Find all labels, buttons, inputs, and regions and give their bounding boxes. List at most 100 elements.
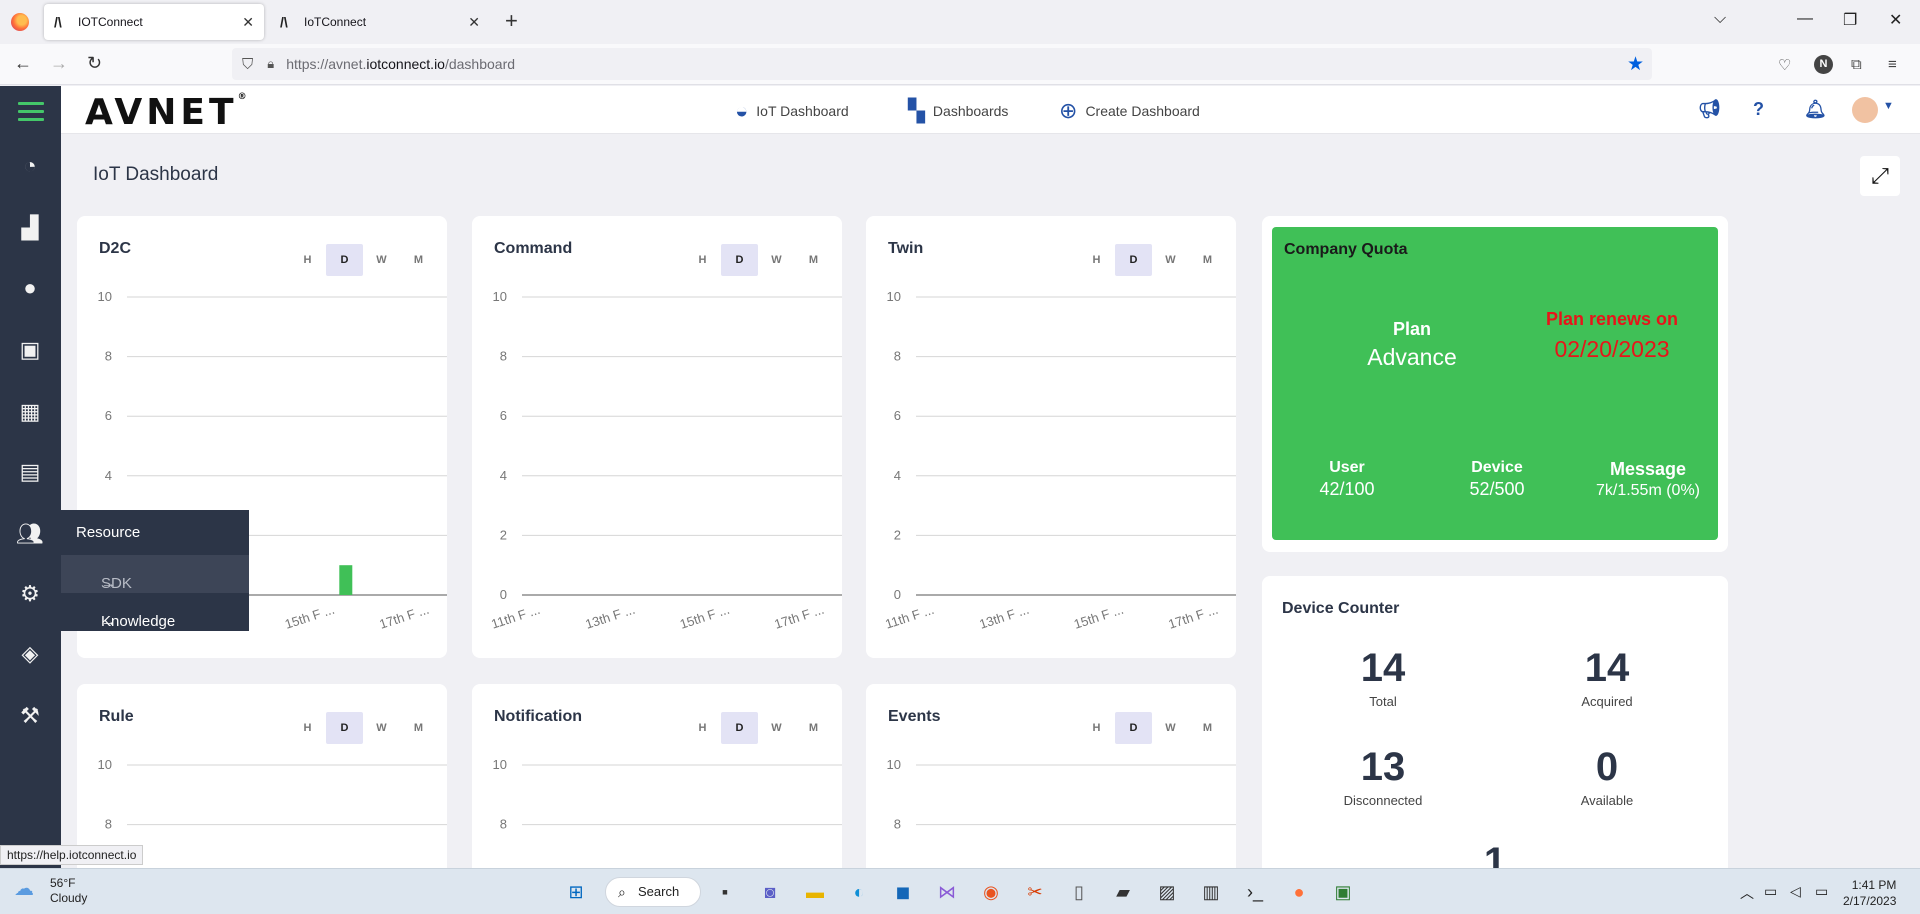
avnet-logo[interactable]: AVNET® xyxy=(85,92,251,133)
range-button-h[interactable]: H xyxy=(289,244,326,276)
range-button-h[interactable]: H xyxy=(684,244,721,276)
calendar-icon[interactable]: ▦ xyxy=(14,396,46,428)
browser-tab[interactable]: /\ IoTConnect ✕ xyxy=(270,4,490,40)
back-icon[interactable]: ← xyxy=(14,53,32,74)
nav-create-dashboard[interactable]: ⊕ Create Dashboard xyxy=(1059,98,1200,124)
settings-icon[interactable]: ⚙ xyxy=(14,578,46,610)
range-button-m[interactable]: M xyxy=(1189,244,1226,276)
range-button-m[interactable]: M xyxy=(795,244,832,276)
help-icon[interactable]: ? xyxy=(1753,99,1764,120)
hammer-icon[interactable]: ⚒ xyxy=(14,700,46,732)
address-bar[interactable]: ⛉ 🔒︎ https://avnet.iotconnect.io/dashboa… xyxy=(232,48,1652,80)
company-quota-panel: Company Quota Plan Advance Plan renews o… xyxy=(1272,227,1718,540)
fullscreen-icon[interactable]: ⤢ xyxy=(1860,156,1900,196)
chevron-down-icon[interactable]: ▼ xyxy=(1883,100,1894,112)
dashboard-icon[interactable]: ◔ xyxy=(14,150,46,182)
volume-icon[interactable]: ◁ xyxy=(1790,883,1801,900)
analytics-icon[interactable]: ▟ xyxy=(14,212,46,244)
terminal-icon[interactable]: ›_ xyxy=(1242,879,1268,905)
browser-tab-active[interactable]: /\ IOTConnect ✕ xyxy=(44,4,264,40)
close-tab-icon[interactable]: ✕ xyxy=(468,14,480,31)
nav-iot-dashboard[interactable]: ◒ IoT Dashboard xyxy=(735,98,849,124)
browser-tab-bar: /\ IOTConnect ✕ /\ IoTConnect ✕ + ⌵ — ❐ … xyxy=(0,0,1920,44)
snipping-tool-icon[interactable]: ✂ xyxy=(1022,879,1048,905)
range-button-m[interactable]: M xyxy=(795,712,832,744)
task-view-icon[interactable]: ▪ xyxy=(712,879,738,905)
notepad-icon[interactable]: ▯ xyxy=(1066,879,1092,905)
reload-icon[interactable]: ↻ xyxy=(87,53,102,74)
battery-icon[interactable]: ▭ xyxy=(1815,883,1828,900)
range-button-m[interactable]: M xyxy=(1189,712,1226,744)
user-icon[interactable]: ● xyxy=(14,272,46,304)
network-icon[interactable]: ▭ xyxy=(1764,883,1777,900)
range-button-h[interactable]: H xyxy=(1078,244,1115,276)
store-icon[interactable]: ◼ xyxy=(890,879,916,905)
terminal-preview-icon[interactable]: ▰ xyxy=(1110,879,1136,905)
restore-icon[interactable]: ❐ xyxy=(1843,10,1857,30)
profile-icon[interactable]: N xyxy=(1814,55,1833,74)
ubuntu-icon[interactable]: ◉ xyxy=(978,879,1004,905)
range-button-w[interactable]: W xyxy=(758,712,795,744)
system-clock[interactable]: 1:41 PM 2/17/2023 xyxy=(1843,877,1896,909)
avatar[interactable] xyxy=(1852,97,1878,123)
minimize-icon[interactable]: — xyxy=(1797,10,1813,28)
range-button-m[interactable]: M xyxy=(400,712,437,744)
teams-icon[interactable]: ◙ xyxy=(757,879,783,905)
range-button-d[interactable]: D xyxy=(721,244,758,276)
list-tabs-icon[interactable]: ⌵ xyxy=(1714,10,1726,28)
range-button-d[interactable]: D xyxy=(721,712,758,744)
y-tick-label: 10 xyxy=(493,757,507,772)
range-button-w[interactable]: W xyxy=(1152,244,1189,276)
menu-item-sdk[interactable]: → SDK xyxy=(61,555,249,593)
firefox-icon[interactable] xyxy=(11,13,29,31)
report-icon[interactable]: ▤ xyxy=(14,456,46,488)
edge-icon[interactable]: ◐ xyxy=(846,879,872,905)
file-explorer-icon[interactable]: ▬ xyxy=(802,879,828,905)
chip-icon[interactable]: ▣ xyxy=(14,334,46,366)
range-button-m[interactable]: M xyxy=(400,244,437,276)
start-icon[interactable]: ⊞ xyxy=(563,879,589,905)
menu-label: SDK xyxy=(101,575,132,592)
firefox-taskbar-icon[interactable]: ● xyxy=(1286,879,1312,905)
range-button-h[interactable]: H xyxy=(1078,712,1115,744)
weather-widget[interactable]: ☁ 56°F Cloudy xyxy=(14,876,87,906)
resource-icon[interactable]: 👥︎ xyxy=(14,518,46,550)
range-button-h[interactable]: H xyxy=(289,712,326,744)
pocket-icon[interactable]: ♡ xyxy=(1778,56,1791,74)
range-button-w[interactable]: W xyxy=(758,244,795,276)
range-button-w[interactable]: W xyxy=(1152,712,1189,744)
lock-icon[interactable]: 🔒︎ xyxy=(267,56,274,72)
forward-icon[interactable]: → xyxy=(50,53,68,74)
notepadpp-icon[interactable]: ▣ xyxy=(1330,879,1356,905)
url-text[interactable]: https://avnet.iotconnect.io/dashboard xyxy=(286,56,515,72)
tray-chevron-icon[interactable]: ︿ xyxy=(1740,883,1754,903)
range-button-d[interactable]: D xyxy=(1115,244,1152,276)
menu-toggle-icon[interactable] xyxy=(18,102,44,126)
nav-dashboards[interactable]: ▚ Dashboards xyxy=(908,98,1008,124)
taskbar-search[interactable]: ⌕ Search xyxy=(605,877,701,907)
calculator-icon[interactable]: ▨ xyxy=(1154,879,1180,905)
close-window-icon[interactable]: ✕ xyxy=(1889,10,1902,30)
close-tab-icon[interactable]: ✕ xyxy=(242,14,254,31)
bell-icon[interactable]: 🔔︎ xyxy=(1804,99,1827,120)
cmd-icon[interactable]: ▥ xyxy=(1198,879,1224,905)
announcement-icon[interactable]: 📢︎ xyxy=(1698,99,1721,120)
y-tick-label: 6 xyxy=(500,408,507,423)
time-range-toggle: HDWM xyxy=(684,712,832,744)
range-button-d[interactable]: D xyxy=(326,244,363,276)
shield-icon[interactable]: ⛉ xyxy=(242,56,253,73)
range-button-w[interactable]: W xyxy=(363,244,400,276)
bar[interactable] xyxy=(339,565,353,595)
menu-icon[interactable]: ≡ xyxy=(1888,56,1897,73)
range-button-w[interactable]: W xyxy=(363,712,400,744)
new-tab-icon[interactable]: + xyxy=(505,8,518,34)
range-button-h[interactable]: H xyxy=(684,712,721,744)
menu-item-knowledge-base[interactable]: → Knowledge Base xyxy=(61,593,249,647)
boxes-icon[interactable]: ◈ xyxy=(14,638,46,670)
range-button-d[interactable]: D xyxy=(1115,712,1152,744)
extensions-icon[interactable]: ⧉ xyxy=(1851,56,1862,73)
range-button-d[interactable]: D xyxy=(326,712,363,744)
tab-title: IOTConnect xyxy=(78,15,143,29)
bookmark-star-icon[interactable]: ★ xyxy=(1627,53,1644,76)
visual-studio-icon[interactable]: ⋈ xyxy=(934,879,960,905)
